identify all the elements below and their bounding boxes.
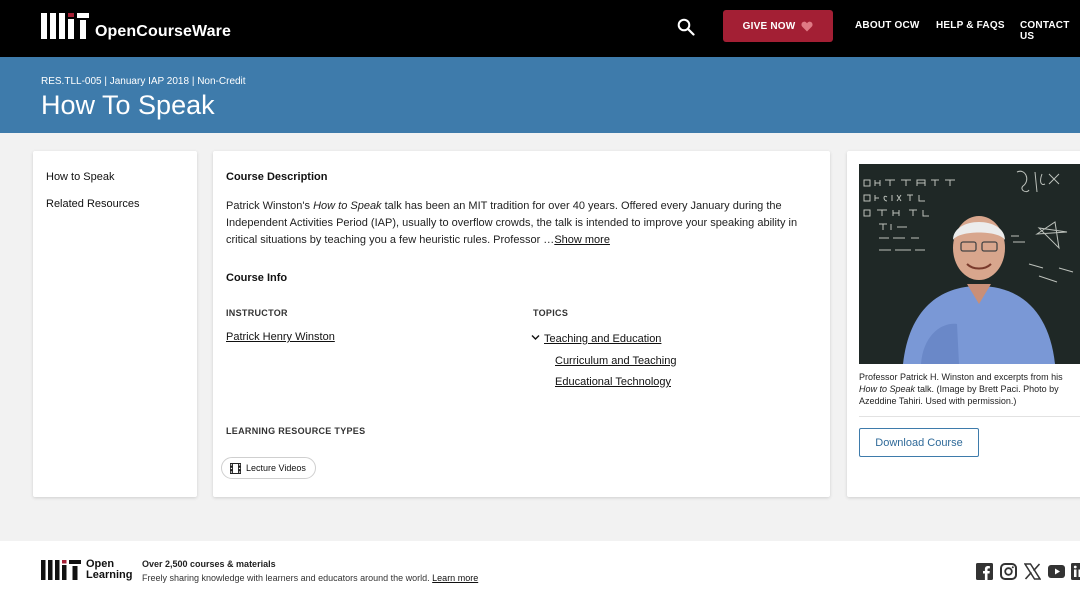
download-course-button[interactable]: Download Course: [859, 428, 979, 457]
give-now-button[interactable]: GIVE NOW: [723, 10, 833, 42]
lrt-lecture-videos[interactable]: Lecture Videos: [221, 457, 316, 479]
site-header: OpenCourseWare GIVE NOW ABOUT OCW HELP &…: [0, 0, 1080, 57]
heart-icon: [801, 21, 813, 31]
page-title: How To Speak: [41, 90, 215, 120]
lrt-label: LEARNING RESOURCE TYPES: [226, 426, 366, 436]
caption-em: How to Speak: [859, 384, 916, 394]
nav-help[interactable]: HELP & FAQS: [936, 20, 1005, 31]
description-em: How to Speak: [313, 200, 382, 212]
divider: [859, 416, 1080, 417]
chevron-down-icon[interactable]: [531, 334, 540, 341]
search-icon[interactable]: [677, 18, 695, 36]
open-learning-logo-icon: [41, 560, 81, 580]
x-icon[interactable]: [1024, 563, 1041, 580]
footer-tagline-text: Freely sharing knowledge with learners a…: [142, 573, 433, 583]
instructor-link[interactable]: Patrick Henry Winston: [226, 331, 335, 343]
nav-item-how-to-speak[interactable]: How to Speak: [46, 171, 114, 183]
footer-headline: Over 2,500 courses & materials: [142, 559, 276, 569]
film-icon: [230, 462, 241, 474]
nav-contact[interactable]: CONTACT US: [1020, 20, 1080, 42]
caption-pre: Professor Patrick H. Winston and excerpt…: [859, 372, 1063, 382]
mit-logo-icon: [41, 13, 89, 39]
description-heading: Course Description: [226, 171, 328, 183]
topics-label: TOPICS: [533, 308, 569, 318]
mit-ocw-logo[interactable]: OpenCourseWare: [41, 13, 231, 40]
footer-tagline: Freely sharing knowledge with learners a…: [142, 573, 478, 583]
course-info-heading: Course Info: [226, 272, 288, 284]
course-meta: RES.TLL-005 | January IAP 2018 | Non-Cre…: [41, 76, 246, 87]
course-description: Patrick Winston's How to Speak talk has …: [226, 198, 816, 249]
lrt-item-label: Lecture Videos: [246, 463, 306, 473]
show-more-link[interactable]: Show more: [554, 234, 610, 246]
image-caption: Professor Patrick H. Winston and excerpt…: [859, 371, 1077, 407]
course-side: Professor Patrick H. Winston and excerpt…: [847, 151, 1080, 497]
course-nav: How to Speak Related Resources: [33, 151, 197, 497]
instructor-label: INSTRUCTOR: [226, 308, 288, 318]
give-now-label: GIVE NOW: [742, 20, 796, 32]
course-banner: RES.TLL-005 | January IAP 2018 | Non-Cre…: [0, 57, 1080, 133]
ol-line2: Learning: [86, 569, 133, 581]
topic-teaching-education[interactable]: Teaching and Education: [544, 333, 661, 345]
course-main: Course Description Patrick Winston's How…: [213, 151, 830, 497]
site-footer: Open Learning Over 2,500 courses & mater…: [0, 541, 1080, 589]
youtube-icon[interactable]: [1048, 563, 1065, 580]
facebook-icon[interactable]: [976, 563, 993, 580]
instagram-icon[interactable]: [1000, 563, 1017, 580]
nav-item-related-resources[interactable]: Related Resources: [46, 198, 140, 210]
linkedin-icon[interactable]: [1071, 563, 1080, 580]
description-intro: Patrick Winston's: [226, 200, 314, 212]
learn-more-link[interactable]: Learn more: [432, 573, 478, 583]
brand-name: OpenCourseWare: [95, 23, 231, 40]
topic-educational-technology[interactable]: Educational Technology: [555, 376, 671, 388]
topic-curriculum-teaching[interactable]: Curriculum and Teaching: [555, 355, 676, 367]
open-learning-logo[interactable]: Open Learning: [41, 559, 132, 581]
nav-about[interactable]: ABOUT OCW: [855, 20, 920, 31]
course-image: [859, 164, 1080, 364]
open-learning-text: Open Learning: [86, 559, 132, 581]
